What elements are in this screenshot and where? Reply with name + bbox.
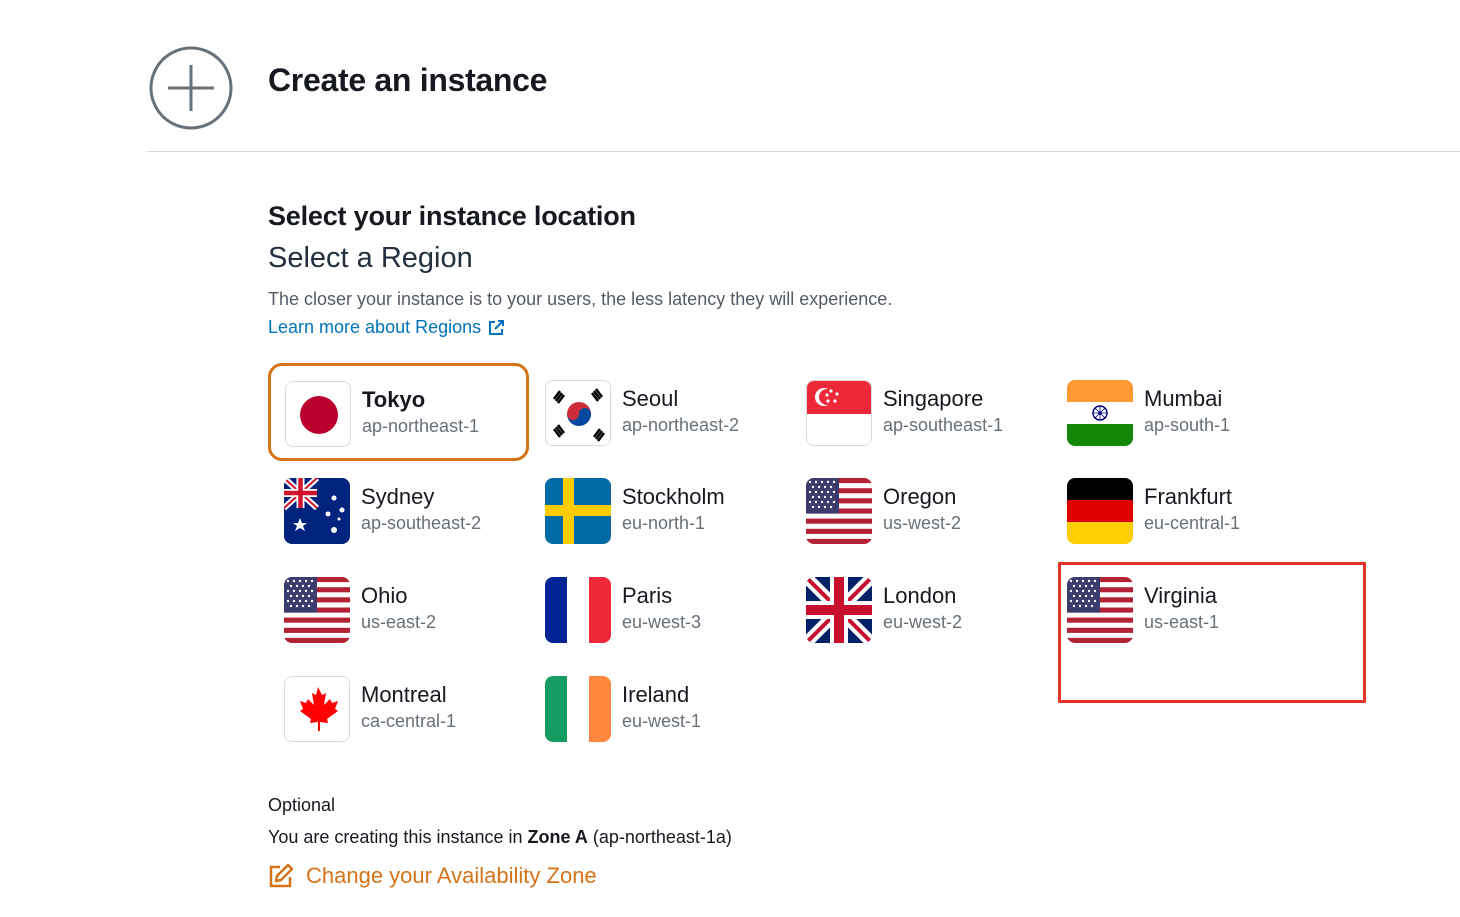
uk-flag-icon xyxy=(806,577,872,643)
region-heading: Select a Region xyxy=(268,242,473,274)
australia-flag-icon xyxy=(284,478,350,544)
region-code: eu-west-2 xyxy=(883,612,963,632)
region-name: Oregon xyxy=(883,484,957,509)
highlight-annotation-box xyxy=(1058,562,1366,703)
sweden-flag-icon xyxy=(545,478,611,544)
region-card-oregon[interactable]: Oregon us-west-2 xyxy=(790,461,1051,559)
header-divider xyxy=(147,151,1460,152)
page-title: Create an instance xyxy=(268,62,548,98)
region-card-london[interactable]: London eu-west-2 xyxy=(790,560,1051,658)
optional-label: Optional xyxy=(268,795,336,815)
change-availability-zone-link[interactable]: Change your Availability Zone xyxy=(268,863,597,889)
region-name: Montreal xyxy=(361,682,447,707)
region-code: eu-west-3 xyxy=(622,612,702,632)
usa-flag-icon xyxy=(284,577,350,643)
japan-flag-icon xyxy=(285,381,351,447)
edit-icon xyxy=(269,863,294,888)
region-card-paris[interactable]: Paris eu-west-3 xyxy=(529,560,790,658)
external-link-icon xyxy=(489,319,505,335)
region-name: Stockholm xyxy=(622,484,725,509)
learn-more-label: Learn more about Regions xyxy=(268,317,482,337)
zone-suffix: (ap-northeast-1a) xyxy=(587,827,732,847)
region-code: ap-northeast-2 xyxy=(622,415,740,435)
region-card-tokyo[interactable]: Tokyo ap-northeast-1 xyxy=(268,363,529,461)
region-name: Ireland xyxy=(622,682,690,707)
region-card-mumbai[interactable]: Mumbai ap-south-1 xyxy=(1051,363,1312,461)
section-title: Select your instance location xyxy=(268,201,636,231)
region-code: ap-south-1 xyxy=(1144,415,1231,435)
region-card-sydney[interactable]: Sydney ap-southeast-2 xyxy=(268,461,529,559)
france-flag-icon xyxy=(545,577,611,643)
region-card-ireland[interactable]: Ireland eu-west-1 xyxy=(529,659,790,757)
region-name: Seoul xyxy=(622,386,679,411)
region-name: Ohio xyxy=(361,583,408,608)
region-code: ca-central-1 xyxy=(361,711,457,731)
region-code: ap-southeast-2 xyxy=(361,513,482,533)
region-card-stockholm[interactable]: Stockholm eu-north-1 xyxy=(529,461,790,559)
zone-text-prefix: You are creating this instance in xyxy=(268,827,528,847)
region-name: Paris xyxy=(622,583,673,608)
india-flag-icon xyxy=(1067,380,1133,446)
region-code: us-west-2 xyxy=(883,513,962,533)
region-code: eu-west-1 xyxy=(622,711,702,731)
zone-info-text: You are creating this instance in Zone A… xyxy=(268,827,732,848)
region-code: ap-northeast-1 xyxy=(362,416,480,436)
singapore-flag-icon xyxy=(806,380,872,446)
south-korea-flag-icon xyxy=(545,380,611,446)
usa-flag-icon xyxy=(806,478,872,544)
region-code: us-east-2 xyxy=(361,612,437,632)
learn-more-regions-link[interactable]: Learn more about Regions xyxy=(268,317,505,338)
zone-name: Zone A xyxy=(527,827,588,847)
region-card-seoul[interactable]: Seoul ap-northeast-2 xyxy=(529,363,790,461)
region-code: ap-southeast-1 xyxy=(883,415,1004,435)
region-card-frankfurt[interactable]: Frankfurt eu-central-1 xyxy=(1051,461,1312,559)
region-card-montreal[interactable]: Montreal ca-central-1 xyxy=(268,659,529,757)
ireland-flag-icon xyxy=(545,676,611,742)
change-zone-label: Change your Availability Zone xyxy=(306,863,597,888)
region-name: Singapore xyxy=(883,386,984,411)
region-code: eu-central-1 xyxy=(1144,513,1241,533)
region-code: eu-north-1 xyxy=(622,513,706,533)
region-card-singapore[interactable]: Singapore ap-southeast-1 xyxy=(790,363,1051,461)
region-card-ohio[interactable]: Ohio us-east-2 xyxy=(268,560,529,658)
canada-flag-icon xyxy=(284,676,350,742)
region-name: Frankfurt xyxy=(1144,484,1233,509)
region-name: London xyxy=(883,583,957,608)
region-name: Mumbai xyxy=(1144,386,1223,411)
region-description: The closer your instance is to your user… xyxy=(268,289,893,309)
germany-flag-icon xyxy=(1067,478,1133,544)
region-name: Tokyo xyxy=(362,387,426,412)
plus-circle-icon xyxy=(149,46,233,130)
region-name: Sydney xyxy=(361,484,435,509)
